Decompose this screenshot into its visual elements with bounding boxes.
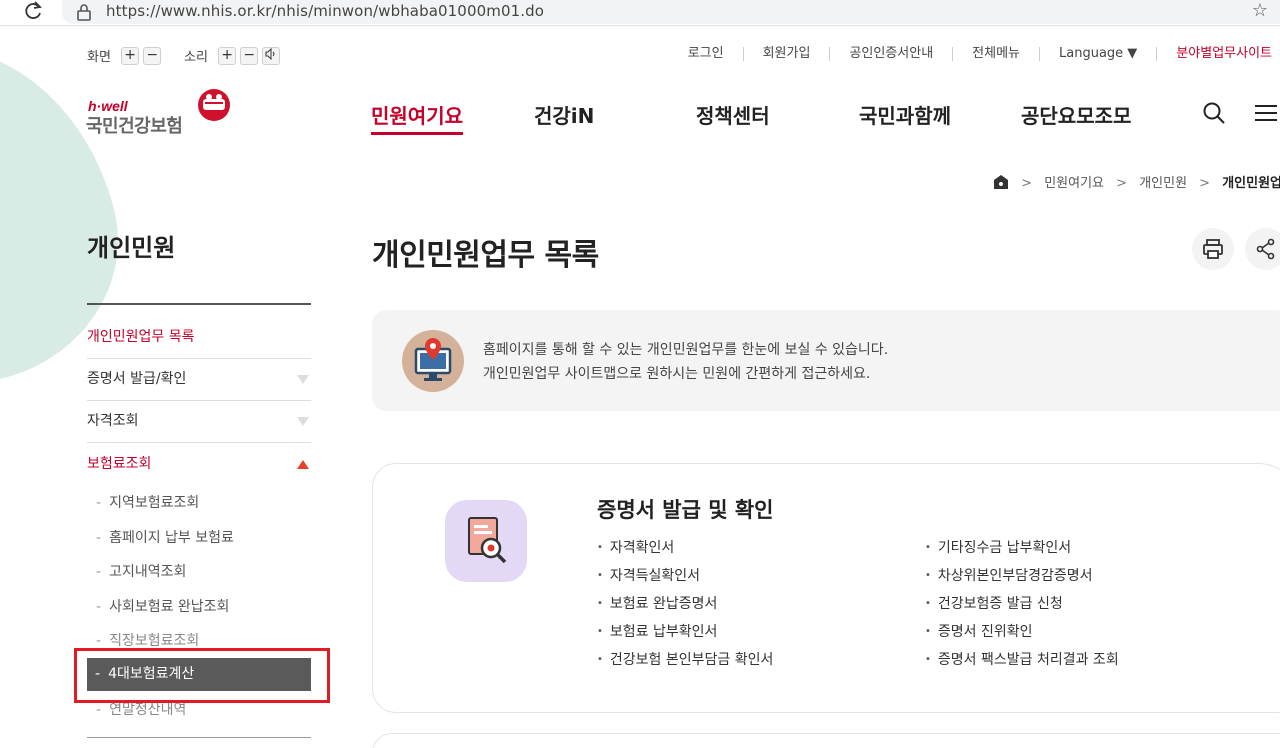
page-title: 개인민원업무 목록 (372, 238, 599, 273)
lock-icon (77, 4, 91, 21)
speaker-icon[interactable] (262, 46, 281, 65)
highlight-outline (74, 648, 330, 703)
list-item[interactable]: 보험료 납부확인서 (597, 621, 773, 649)
notice-line-2: 개인민원업무 사이트맵으로 원하시는 민원에 간편하게 접근하세요. (483, 366, 871, 382)
notice-line-1: 홈페이지를 통해 할 수 있는 개인민원업무를 한눈에 보실 수 있습니다. (483, 342, 889, 358)
breadcrumb-separator: > (1116, 176, 1128, 191)
screen-label: 화면 (87, 50, 111, 65)
triangle-down-icon (297, 417, 309, 426)
breadcrumb-level1[interactable]: 민원여기요 (1044, 176, 1104, 191)
sidebar-item-list[interactable]: 개인민원업무 목록 (87, 316, 311, 359)
top-links: 로그인 회원가입 공인인증서안내 전체메뉴 Language ▼ 분야별업무사이트 (669, 46, 1280, 61)
card-title: 증명서 발급 및 확인 (597, 498, 774, 522)
list-item[interactable]: 차상위본인부담경감증명서 (925, 565, 1119, 593)
signup-link[interactable]: 회원가입 (744, 47, 831, 61)
sidebar-item-label: 보험료조회 (87, 456, 152, 472)
certificate-list-left: 자격확인서 자격득실확인서 보험료 완납증명서 보험료 납부확인서 건강보험 본… (597, 537, 773, 677)
print-button[interactable] (1192, 228, 1234, 270)
sidebar-item-label: 자격조회 (87, 413, 139, 429)
login-link[interactable]: 로그인 (669, 47, 744, 61)
nav-minwon[interactable]: 민원여기요 (371, 100, 463, 135)
sound-controls: 소리 + − (184, 46, 281, 65)
reload-icon[interactable] (24, 1, 44, 21)
list-item[interactable]: 건강보험 본인부담금 확인서 (597, 649, 773, 677)
nav-with-people[interactable]: 국민과함께 (859, 100, 951, 129)
sidebar-item-premium[interactable]: 보험료조회 (87, 443, 311, 486)
zoom-out-button[interactable]: − (143, 46, 162, 65)
sidebar-item-eligibility[interactable]: 자격조회 (87, 400, 311, 443)
sound-up-button[interactable]: + (218, 46, 237, 65)
language-select[interactable]: Language ▼ (1040, 47, 1158, 61)
site-logo[interactable]: h·well 국민건강보험 (86, 88, 246, 138)
list-item[interactable]: 증명서 팩스발급 처리결과 조회 (925, 649, 1119, 677)
document-search-icon (445, 500, 527, 582)
sound-down-button[interactable]: − (240, 46, 259, 65)
list-item[interactable]: 건강보험증 발급 신청 (925, 593, 1119, 621)
monitor-location-icon (402, 330, 464, 392)
print-icon (1203, 239, 1223, 259)
list-item[interactable]: 기타징수금 납부확인서 (925, 537, 1119, 565)
sidebar-divider (87, 303, 311, 305)
sound-label: 소리 (184, 50, 208, 65)
url-text[interactable]: https://www.nhis.or.kr/nhis/minwon/wbhab… (106, 2, 544, 20)
hamburger-menu-icon[interactable] (1255, 103, 1277, 123)
zoom-in-button[interactable]: + (121, 46, 140, 65)
nav-health-in[interactable]: 건강iN (534, 100, 594, 129)
certificate-list-right: 기타징수금 납부확인서 차상위본인부담경감증명서 건강보험증 발급 신청 증명서… (925, 537, 1119, 677)
notice-text: 홈페이지를 통해 할 수 있는 개인민원업무를 한눈에 보실 수 있습니다. 개… (483, 338, 888, 386)
sub-item-notice-history[interactable]: - 고지내역조회 (96, 561, 186, 581)
sub-item-workplace-premium[interactable]: - 직장보험료조회 (96, 630, 199, 650)
logo-name: 국민건강보험 (86, 116, 183, 137)
triangle-down-icon (297, 375, 309, 384)
sidebar-title: 개인민원 (87, 234, 176, 262)
sub-item-regional-premium[interactable]: - 지역보험료조회 (96, 492, 199, 512)
breadcrumb-separator: > (1021, 176, 1033, 191)
list-item[interactable]: 자격확인서 (597, 537, 773, 565)
breadcrumb-separator: > (1199, 176, 1211, 191)
browser-toolbar: https://www.nhis.or.kr/nhis/minwon/wbhab… (0, 0, 1280, 26)
sub-item-full-payment[interactable]: - 사회보험료 완납조회 (96, 596, 229, 616)
breadcrumb-current: 개인민원업무 목록 (1222, 176, 1280, 191)
next-card (372, 733, 1280, 748)
logo-mark-icon (198, 89, 230, 121)
share-button[interactable] (1245, 228, 1280, 270)
list-item[interactable]: 보험료 완납증명서 (597, 593, 773, 621)
zoom-controls: 화면 + − (87, 46, 162, 65)
sidebar-item-certificate[interactable]: 증명서 발급/확인 (87, 358, 311, 401)
sidebar-divider (87, 737, 311, 738)
breadcrumb: > 민원여기요 > 개인민원 > 개인민원업무 목록 (993, 172, 1280, 191)
search-icon[interactable] (1202, 101, 1226, 125)
notice-box: 홈페이지를 통해 할 수 있는 개인민원업무를 한눈에 보실 수 있습니다. 개… (372, 310, 1280, 411)
list-item[interactable]: 증명서 진위확인 (925, 621, 1119, 649)
list-item[interactable]: 자격득실확인서 (597, 565, 773, 593)
nav-policy-center[interactable]: 정책센터 (696, 100, 770, 129)
address-bar[interactable]: https://www.nhis.or.kr/nhis/minwon/wbhab… (62, 0, 1280, 24)
sub-item-homepage-payment[interactable]: - 홈페이지 납부 보험료 (96, 527, 234, 547)
sidebar-item-label: 증명서 발급/확인 (87, 371, 187, 387)
share-icon (1256, 238, 1275, 260)
certificate-guide-link[interactable]: 공인인증서안내 (830, 47, 954, 61)
nav-about[interactable]: 공단요모조모 (1021, 100, 1131, 129)
triangle-up-icon (297, 460, 309, 469)
full-menu-link[interactable]: 전체메뉴 (953, 47, 1041, 61)
star-icon[interactable]: ☆ (1252, 0, 1268, 21)
home-icon[interactable] (993, 174, 1009, 190)
certificate-card: 증명서 발급 및 확인 자격확인서 자격득실확인서 보험료 완납증명서 보험료 … (372, 463, 1280, 713)
field-sites-link[interactable]: 분야별업무사이트 (1157, 47, 1280, 61)
breadcrumb-level2[interactable]: 개인민원 (1139, 176, 1187, 191)
sidebar-item-label: 개인민원업무 목록 (87, 329, 195, 345)
